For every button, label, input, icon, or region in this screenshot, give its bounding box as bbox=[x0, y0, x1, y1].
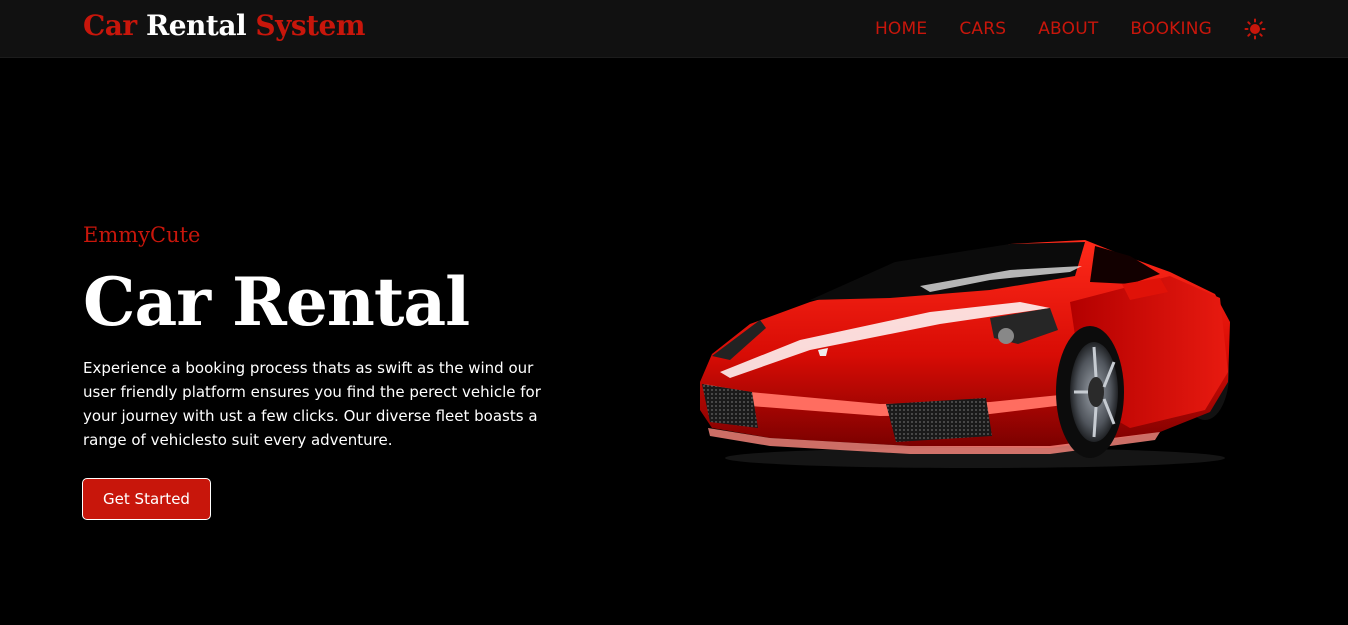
hero-subtitle: EmmyCute bbox=[83, 223, 201, 247]
navbar: Car Rental System HOME CARS ABOUT BOOKIN… bbox=[0, 0, 1348, 58]
logo-word-system: System bbox=[255, 9, 365, 42]
hero-text: EmmyCute Car Rental Experience a booking… bbox=[83, 220, 553, 452]
hero-title: Car Rental bbox=[83, 263, 470, 341]
nav-link-booking[interactable]: BOOKING bbox=[1130, 19, 1212, 39]
get-started-button[interactable]: Get Started bbox=[82, 478, 211, 520]
site-logo[interactable]: Car Rental System bbox=[83, 9, 365, 42]
red-sports-car-image bbox=[690, 232, 1238, 472]
hero-description: Experience a booking process thats as sw… bbox=[83, 359, 541, 449]
nav-menu: HOME CARS ABOUT BOOKING bbox=[875, 0, 1266, 58]
logo-word-rental: Rental bbox=[145, 9, 247, 42]
sun-icon[interactable] bbox=[1244, 18, 1266, 40]
logo-word-car: Car bbox=[83, 9, 137, 42]
nav-link-about[interactable]: ABOUT bbox=[1038, 19, 1098, 39]
nav-link-cars[interactable]: CARS bbox=[959, 19, 1006, 39]
nav-link-home[interactable]: HOME bbox=[875, 19, 927, 39]
